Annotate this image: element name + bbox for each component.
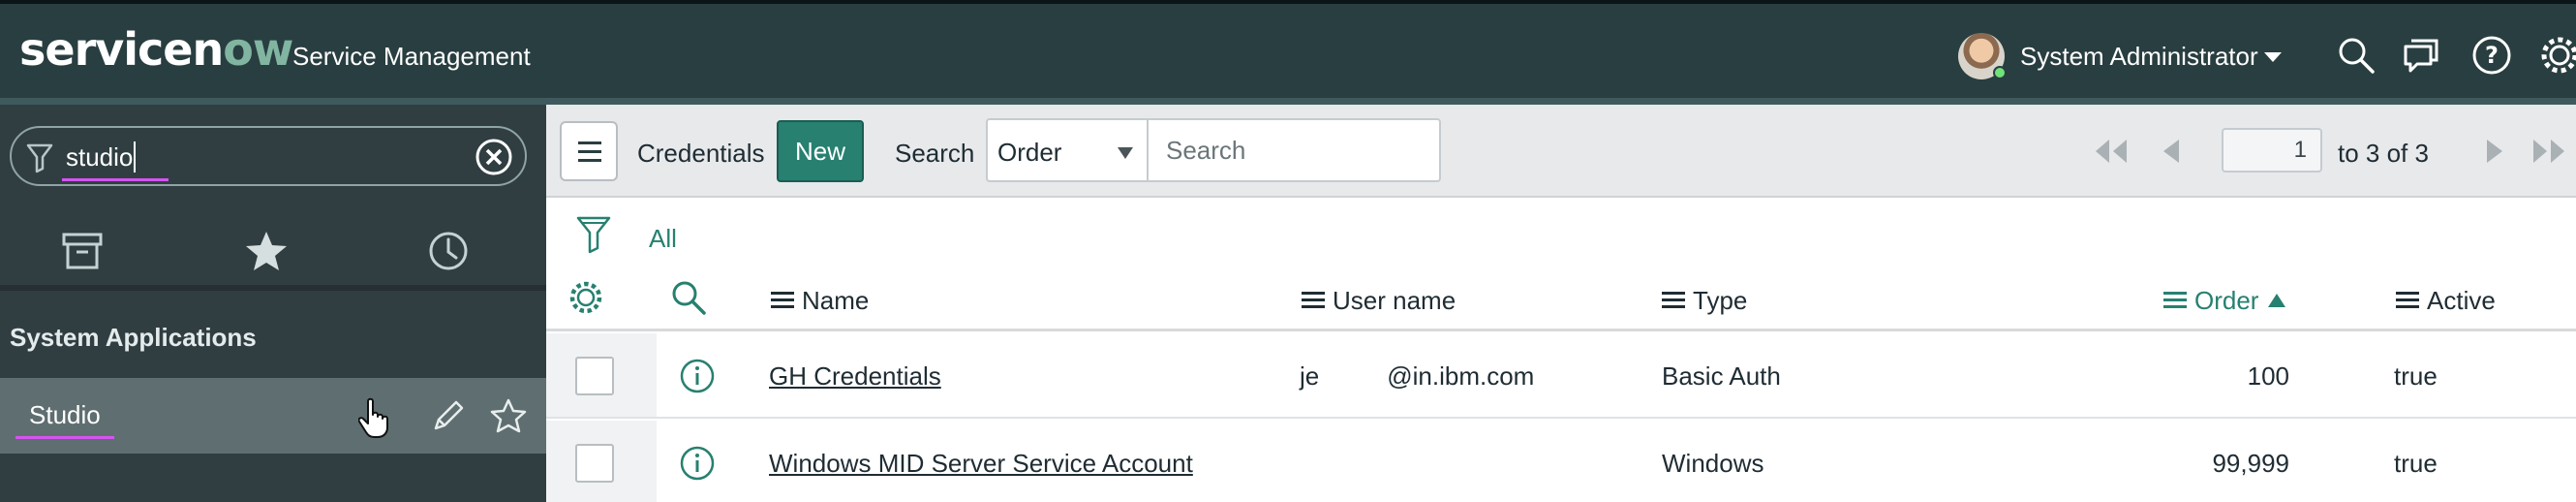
list-pane: Credentials New Search Order to 3 of 3 A… — [546, 105, 2576, 502]
user-name-cell: je @in.ibm.com — [1300, 361, 1534, 392]
column-label: Active — [2427, 286, 2496, 315]
column-header-user-name[interactable]: User name — [1302, 281, 1456, 320]
first-page-icon[interactable] — [2090, 130, 2132, 173]
column-menu-icon[interactable] — [2396, 292, 2419, 310]
gear-icon[interactable] — [2537, 33, 2576, 78]
user-menu-name[interactable]: System Administrator — [2020, 41, 2258, 72]
type-cell: Windows — [1662, 449, 1764, 478]
personalize-list-gear-icon[interactable] — [566, 277, 606, 318]
navigator-filter[interactable] — [10, 126, 527, 186]
clear-filter-icon[interactable] — [475, 138, 513, 176]
search-input[interactable] — [1149, 118, 1441, 182]
table-row[interactable]: GH Credentials je @in.ibm.com Basic Auth … — [546, 333, 2576, 419]
user-menu-caret-icon[interactable] — [2264, 52, 2282, 62]
filter-match-underline — [62, 178, 169, 181]
new-record-button[interactable]: New — [777, 120, 864, 182]
list-title[interactable]: Credentials — [637, 138, 765, 169]
active-cell: true — [2394, 361, 2438, 391]
nav-item-label[interactable]: Studio — [29, 399, 101, 430]
search-columns-icon[interactable] — [668, 277, 709, 318]
record-name-link[interactable]: GH Credentials — [769, 361, 941, 392]
history-icon[interactable] — [426, 229, 471, 273]
user-name-prefix: je — [1300, 361, 1320, 391]
column-label: User name — [1333, 286, 1457, 315]
table-row[interactable]: Windows MID Server Service Account Windo… — [546, 421, 2576, 502]
edit-module-icon[interactable] — [430, 397, 467, 434]
application-section-title[interactable]: System Applications — [10, 322, 257, 353]
search-label: Search — [895, 139, 975, 168]
search-field-value: Order — [997, 138, 1062, 167]
column-menu-icon[interactable] — [1662, 292, 1685, 310]
order-cell: 100 — [2247, 361, 2289, 391]
column-header-row: Name User name Type Order Active — [546, 269, 2576, 331]
column-header-name[interactable]: Name — [771, 281, 869, 320]
help-icon[interactable]: ? — [2469, 33, 2514, 78]
column-header-type[interactable]: Type — [1662, 281, 1747, 320]
column-header-order[interactable]: Order — [2163, 281, 2286, 320]
column-menu-icon[interactable] — [1302, 292, 1325, 310]
preview-record-info-icon[interactable] — [678, 357, 717, 395]
column-menu-icon[interactable] — [2163, 292, 2187, 310]
list-header: Credentials New Search Order to 3 of 3 — [546, 105, 2576, 198]
breadcrumb-all[interactable]: All — [649, 223, 677, 254]
text-cursor — [134, 141, 136, 173]
record-name-link[interactable]: Windows MID Server Service Account — [769, 448, 1193, 479]
hand-cursor-icon — [358, 397, 388, 438]
dropdown-arrow-icon — [1118, 147, 1133, 159]
application-navigator: System Applications Studio — [0, 105, 546, 502]
tabs-divider — [0, 285, 546, 291]
row-checkbox[interactable] — [575, 444, 614, 483]
redacted-region — [1319, 365, 1388, 392]
filter-icon — [26, 143, 53, 173]
banner-divider — [0, 98, 2576, 105]
order-cell: 99,999 — [2212, 449, 2289, 478]
page-number-input[interactable] — [2222, 128, 2322, 173]
active-cell: true — [2394, 449, 2438, 478]
preview-record-info-icon[interactable] — [678, 444, 717, 483]
column-header-active[interactable]: Active — [2396, 281, 2496, 320]
sort-ascending-icon — [2268, 294, 2286, 308]
row-checkbox[interactable] — [575, 357, 614, 395]
previous-page-icon[interactable] — [2150, 130, 2193, 173]
servicenow-logo[interactable]: servicenow — [19, 23, 293, 76]
product-name: Service Management — [292, 42, 531, 71]
top-banner: servicenow Service Management System Adm… — [0, 0, 2576, 105]
column-menu-icon[interactable] — [771, 292, 794, 310]
nav-item-studio[interactable]: Studio — [0, 378, 546, 454]
search-field-select[interactable]: Order — [986, 118, 1149, 182]
column-label: Type — [1693, 286, 1748, 315]
page-range-text: to 3 of 3 — [2338, 139, 2429, 168]
add-favorite-icon[interactable] — [490, 397, 527, 434]
filter-conditions-icon[interactable] — [575, 213, 612, 256]
last-page-icon[interactable] — [2528, 130, 2570, 173]
svg-text:?: ? — [2485, 42, 2499, 69]
filter-match-underline — [15, 436, 114, 439]
navigator-filter-input[interactable] — [66, 140, 473, 174]
column-label: Order — [2194, 286, 2259, 315]
chat-icon[interactable] — [2400, 33, 2444, 78]
presence-indicator — [1993, 66, 2007, 79]
navigator-tabs — [0, 213, 546, 291]
user-name-suffix: @in.ibm.com — [1387, 361, 1535, 391]
next-page-icon[interactable] — [2473, 130, 2516, 173]
column-label: Name — [802, 286, 870, 315]
search-icon[interactable] — [2334, 33, 2378, 78]
all-applications-icon[interactable] — [60, 229, 105, 273]
type-cell: Basic Auth — [1662, 361, 1781, 391]
favorites-icon[interactable] — [244, 229, 289, 273]
list-context-menu-button[interactable] — [560, 121, 618, 181]
